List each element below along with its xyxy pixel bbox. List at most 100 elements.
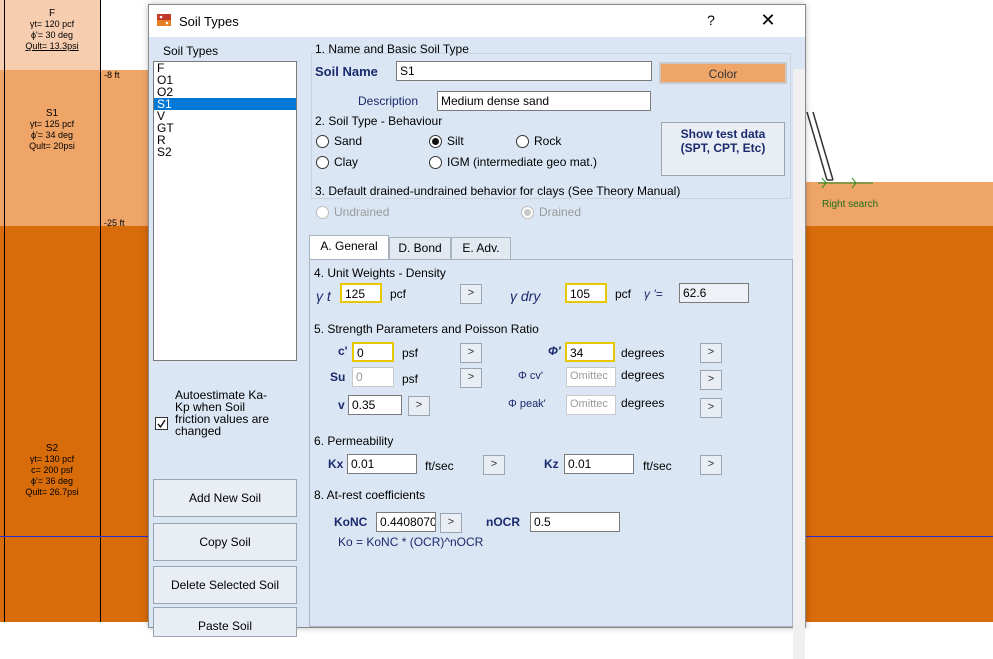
undrained-label: Undrained xyxy=(334,205,390,219)
layer-prop: Qult= 26.7psi xyxy=(25,487,79,497)
rock-radio[interactable] xyxy=(516,135,529,148)
phi-label: Φ' xyxy=(548,344,561,358)
phi-cv-input[interactable]: Omittec xyxy=(566,367,616,387)
v-input[interactable]: 0.35 xyxy=(348,395,402,415)
gamma-prime-label: γ '= xyxy=(644,287,663,301)
phi-cv-unit: degrees xyxy=(621,368,665,382)
checkmark-icon xyxy=(157,419,166,429)
phi-cv-label: Φ cv' xyxy=(518,370,543,382)
gamma-dry-label: γ dry xyxy=(510,288,541,304)
help-button[interactable]: ? xyxy=(701,12,721,32)
water-line-left xyxy=(0,536,148,537)
c-input[interactable]: 0 xyxy=(352,342,394,362)
section1-title: 1. Name and Basic Soil Type xyxy=(315,42,469,56)
phi-input[interactable]: 34 xyxy=(565,342,615,362)
su-arrow-button[interactable]: > xyxy=(460,368,482,388)
title-bar: Soil Types ? ✕ xyxy=(149,5,805,37)
gamma-t-label: γ t xyxy=(316,288,331,304)
su-label: Su xyxy=(330,370,346,384)
paste-soil-button[interactable]: Paste Soil xyxy=(153,607,297,637)
phi-peak-arrow-button[interactable]: > xyxy=(700,398,722,418)
tab-bond[interactable]: D. Bond xyxy=(389,237,451,259)
list-item[interactable]: GT xyxy=(154,122,296,134)
sand-radio[interactable] xyxy=(316,135,329,148)
undrained-radio[interactable] xyxy=(316,206,329,219)
layer-prop: Qult= 13.3psi xyxy=(25,41,79,51)
soil-name-label: Soil Name xyxy=(315,64,378,79)
su-input[interactable]: 0 xyxy=(352,367,394,387)
phi-peak-label: Φ peak' xyxy=(508,398,546,410)
list-item[interactable]: O2 xyxy=(154,86,296,98)
right-search-marker xyxy=(818,177,873,189)
unit-weights-title: 4. Unit Weights - Density xyxy=(314,266,446,280)
vertical-scrollbar[interactable] xyxy=(793,69,805,659)
depth-label: -25 ft xyxy=(104,218,125,228)
kx-input[interactable]: 0.01 xyxy=(347,454,417,474)
tab-general[interactable]: A. General xyxy=(309,235,389,259)
kx-unit: ft/sec xyxy=(425,459,454,473)
kz-label: Kz xyxy=(544,457,559,471)
list-item[interactable]: O1 xyxy=(154,74,296,86)
layer-prop: c= 200 psf xyxy=(31,465,73,475)
gamma-dry-input[interactable]: 105 xyxy=(565,283,607,303)
kx-label: Kx xyxy=(328,457,344,471)
nocr-input[interactable]: 0.5 xyxy=(530,512,620,532)
v-arrow-button[interactable]: > xyxy=(408,396,430,416)
phi-cv-arrow-button[interactable]: > xyxy=(700,370,722,390)
igm-radio[interactable] xyxy=(429,156,442,169)
gamma-t-unit: pcf xyxy=(390,287,407,301)
konc-input[interactable]: 0.4408070 xyxy=(376,512,436,532)
copy-soil-button[interactable]: Copy Soil xyxy=(153,523,297,561)
autoestimate-checkbox[interactable] xyxy=(155,417,168,430)
list-item-selected[interactable]: S1 xyxy=(154,98,296,110)
v-label: v xyxy=(338,398,345,412)
phi-unit: degrees xyxy=(621,346,665,360)
kz-input[interactable]: 0.01 xyxy=(564,454,634,474)
permeability-title: 6. Permeability xyxy=(314,434,394,448)
add-new-soil-button[interactable]: Add New Soil xyxy=(153,479,297,517)
layer-prop: ϕ'= 36 deg xyxy=(30,476,74,486)
list-item[interactable]: F xyxy=(154,62,296,74)
color-button[interactable]: Color xyxy=(659,62,787,84)
konc-arrow-button[interactable]: > xyxy=(440,513,462,533)
soil-list[interactable]: F O1 O2 S1 V GT R S2 xyxy=(153,61,297,361)
silt-radio[interactable] xyxy=(429,135,442,148)
layer-prop: ϕ'= 34 deg xyxy=(30,130,74,140)
gamma-t-arrow-button[interactable]: > xyxy=(460,284,482,304)
section3-title: 3. Default drained-undrained behavior fo… xyxy=(315,184,681,198)
kz-arrow-button[interactable]: > xyxy=(700,455,722,475)
gamma-t-input[interactable]: 125 xyxy=(340,283,382,303)
soil-list-heading: Soil Types xyxy=(163,44,219,58)
dialog-body: Soil Types F O1 O2 S1 V GT R S2 Autoesti… xyxy=(149,37,805,659)
soil-name-input[interactable]: S1 xyxy=(396,61,652,81)
clay-radio[interactable] xyxy=(316,156,329,169)
right-search-label: Right search xyxy=(822,199,879,210)
gamma-dry-unit: pcf xyxy=(615,287,632,301)
drained-label: Drained xyxy=(539,205,582,219)
show-test-data-button[interactable]: Show test data (SPT, CPT, Etc) xyxy=(661,122,785,176)
layer-prop: Qult= 20psi xyxy=(29,141,75,151)
layer-prop: γt= 130 pcf xyxy=(29,454,75,464)
c-arrow-button[interactable]: > xyxy=(460,343,482,363)
layer-s2-band xyxy=(0,226,148,622)
layer-s1-label: S1 γt= 125 pcf ϕ'= 34 deg Qult= 20psi xyxy=(6,108,98,152)
igm-label: IGM (intermediate geo mat.) xyxy=(447,155,598,169)
list-item[interactable]: S2 xyxy=(154,146,296,158)
c-unit: psf xyxy=(402,346,419,360)
soil-types-dialog: Soil Types ? ✕ Soil Types F O1 O2 S1 V G… xyxy=(148,4,806,659)
soil-app-icon xyxy=(157,14,171,26)
phi-arrow-button[interactable]: > xyxy=(700,343,722,363)
drained-radio[interactable] xyxy=(521,206,534,219)
kx-arrow-button[interactable]: > xyxy=(483,455,505,475)
list-item[interactable]: V xyxy=(154,110,296,122)
layer-prop: γt= 125 pcf xyxy=(29,119,75,129)
su-unit: psf xyxy=(402,372,419,386)
tab-adv[interactable]: E. Adv. xyxy=(451,237,511,259)
close-button[interactable]: ✕ xyxy=(757,10,779,32)
phi-peak-unit: degrees xyxy=(621,396,665,410)
list-item[interactable]: R xyxy=(154,134,296,146)
phi-peak-input[interactable]: Omittec xyxy=(566,395,616,415)
delete-soil-button[interactable]: Delete Selected Soil xyxy=(153,566,297,604)
strength-title: 5. Strength Parameters and Poisson Ratio xyxy=(314,322,539,336)
description-input[interactable]: Medium dense sand xyxy=(437,91,651,111)
